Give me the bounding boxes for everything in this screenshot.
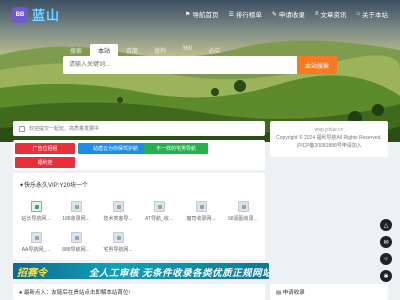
logo-badge-icon: BB xyxy=(12,6,28,23)
announcement-icon xyxy=(19,125,25,132)
site-domain: wap.jshlar.cn xyxy=(314,127,344,133)
fav-site-item[interactable]: 888导航网... xyxy=(57,232,95,253)
top-navigation: BB 蓝山 ⚑ 导航首页 ☰ 排行榜单 ✎ 申请收录 ≡ 文章资讯 ⌂ 关于本站 xyxy=(0,0,400,30)
promo-button-zhandun[interactable]: 站盾云为你保驾护航 xyxy=(78,143,153,154)
fav-site-item[interactable]: 58源图收录... xyxy=(224,201,262,222)
fav-site-label: 58源图收录... xyxy=(228,216,258,222)
fav-site-label: 魔司收录网... xyxy=(186,216,216,222)
promo-button-zhainan[interactable]: 不一样的宅男导航 xyxy=(144,143,208,154)
notice-text: 欢迎提交一起玩，高质量发展中 xyxy=(29,126,100,132)
fav-site-label: 宅男导航网... xyxy=(103,247,133,253)
pencil-icon: ✎ xyxy=(271,11,277,18)
nav-label: 文章资讯 xyxy=(320,12,347,19)
site-logo[interactable]: BB 蓝山 xyxy=(12,5,60,24)
fav-site-item[interactable]: AT导航_收... xyxy=(140,201,178,222)
site-favicon-icon xyxy=(30,232,42,243)
nav-item-submit[interactable]: ✎ 申请收录 xyxy=(271,9,305,20)
logo-text: 蓝山 xyxy=(32,8,61,23)
copyright-text: Copyright © 2024 福利导航All Rights Reserved… xyxy=(276,135,382,141)
site-favicon-icon xyxy=(112,201,124,212)
fav-site-item[interactable]: 魔司收录网... xyxy=(182,201,220,222)
fav-site-label: 888导航网... xyxy=(62,247,90,253)
nav-item-home[interactable]: ⚑ 导航首页 xyxy=(185,9,219,20)
fav-site-label: 站长导航网... xyxy=(21,216,51,222)
ad-banner[interactable]: 招赛令 全人工审核 无条件收录各类优质正规网站 xyxy=(13,263,269,279)
nav-menu: ⚑ 导航首页 ☰ 排行榜单 ✎ 申请收录 ≡ 文章资讯 ⌂ 关于本站 xyxy=(185,9,388,19)
fav-site-item[interactable]: 技术类客导... xyxy=(99,201,137,222)
nav-item-ranking[interactable]: ☰ 排行榜单 xyxy=(228,9,262,20)
promo-button-fuli[interactable]: 福利连 xyxy=(15,157,75,168)
list-icon: ☰ xyxy=(228,11,234,18)
nav-item-articles[interactable]: ≡ 文章资讯 xyxy=(315,9,347,19)
fav-site-item[interactable]: 188收录网... xyxy=(57,201,95,222)
fav-site-label: AT导航_收... xyxy=(145,216,173,222)
fav-site-label: 188收录网... xyxy=(62,216,90,222)
fav-site-label: 技术类客导... xyxy=(103,216,133,222)
flag-icon: ⚑ xyxy=(185,11,191,18)
mail-icon[interactable]: ✉ xyxy=(380,236,392,248)
home-icon: ⌂ xyxy=(356,11,360,17)
site-favicon-icon xyxy=(30,201,42,212)
site-favicon-icon xyxy=(195,201,207,212)
site-favicon-icon xyxy=(237,201,249,212)
favorites-panel: ✦快乐永久VIP:Y20块一个 站长导航网... 188收录网... 技术类客导… xyxy=(13,173,265,260)
search-button[interactable]: 本站搜索 xyxy=(297,56,337,74)
fav-site-item[interactable]: AA导航网_... xyxy=(17,232,55,253)
submit-link-bar: ▤ 申请收录 xyxy=(270,284,388,300)
search-bar: 本站搜索 xyxy=(63,56,337,74)
nav-label: 关于本站 xyxy=(362,12,388,19)
favorites-title: ✦快乐永久VIP:Y20块一个 xyxy=(19,183,89,189)
site-favicon-icon xyxy=(70,201,82,212)
site-favicon-icon xyxy=(153,201,165,212)
submit-link[interactable]: ▤ 申请收录 xyxy=(276,290,305,296)
fav-site-item[interactable]: 宅男导航网... xyxy=(99,232,137,253)
notice-bar: 欢迎提交一起玩，高质量发展中 xyxy=(13,121,265,136)
fav-site-label: AA导航网_... xyxy=(21,247,51,253)
latest-clicks-bar: ● 最新点入：友链后在贵站点击即解本站首位! xyxy=(13,284,265,300)
nav-label: 申请收录 xyxy=(278,12,305,19)
sidebar-info: wap.jshlar.cn Copyright © 2024 福利导航All R… xyxy=(270,121,388,157)
icp-link[interactable]: 沪ICP备20081888号申请加入 xyxy=(270,142,388,150)
banner-right-text: 全人工审核 无条件收录各类优质正规网站 xyxy=(89,268,269,279)
banner-left-text: 招赛令 xyxy=(17,268,47,279)
nav-item-about[interactable]: ⌂ 关于本站 xyxy=(356,9,388,19)
promo-buttons: 广告位招租 站盾云为你保驾护航 不一样的宅男导航 福利连 xyxy=(13,140,265,170)
latest-clicks-text: ● 最新点入：友链后在贵站点击即解本站首位! xyxy=(19,290,130,296)
back-to-top-icon[interactable]: △ xyxy=(380,219,392,231)
menu-icon: ≡ xyxy=(314,11,319,17)
nav-label: 导航首页 xyxy=(192,12,219,19)
settings-icon[interactable]: ✱ xyxy=(380,270,392,282)
fav-site-item[interactable]: 站长导航网... xyxy=(17,201,55,222)
nav-label: 排行榜单 xyxy=(235,12,262,19)
search-input[interactable] xyxy=(63,56,297,74)
promo-button-ad[interactable]: 广告位招租 xyxy=(15,143,75,154)
site-favicon-icon xyxy=(70,232,82,243)
theme-toggle-icon[interactable]: ☼ xyxy=(380,253,392,265)
site-favicon-icon xyxy=(112,232,124,243)
